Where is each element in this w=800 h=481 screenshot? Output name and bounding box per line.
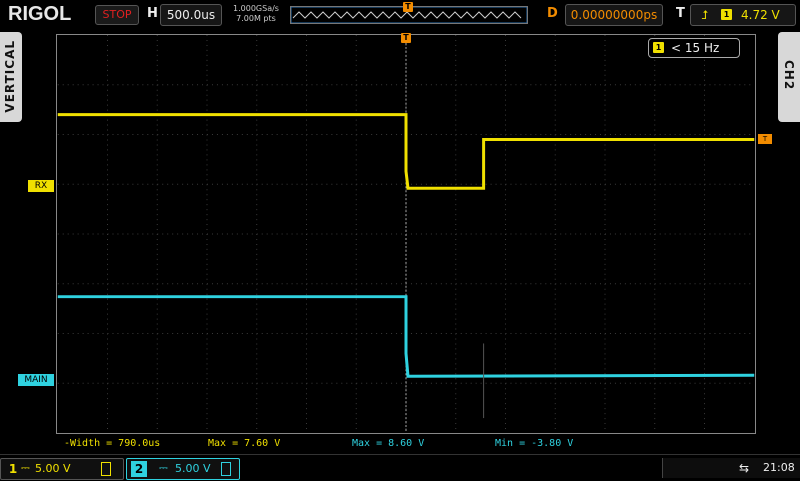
- dc-coupling-icon: ⎓: [21, 461, 30, 474]
- memory-trigger-marker: T: [403, 2, 413, 12]
- trigger-level: 4.72 V: [741, 8, 780, 22]
- trigger-level-marker[interactable]: T: [758, 134, 772, 144]
- channel-2-button[interactable]: 2 ⎓ 5.00 V: [126, 458, 240, 480]
- trigger-settings[interactable]: ⮥ 1 4.72 V: [690, 4, 796, 26]
- ch1-rx-trace: [57, 113, 755, 190]
- frequency-source: 1: [653, 42, 664, 53]
- frequency-counter: 1 < 15 Hz: [648, 38, 740, 58]
- channel-2-scale: 5.00 V: [175, 462, 211, 475]
- brand-logo: RIGOL: [8, 3, 72, 25]
- channel-1-probe-icon: [101, 462, 111, 476]
- channel-menu-tab[interactable]: CH2: [778, 32, 800, 122]
- dc-coupling-icon-2: ⎓: [159, 461, 168, 474]
- system-status: ⇆ 21:08: [662, 458, 800, 478]
- delay-value[interactable]: 0.00000000ps: [565, 4, 663, 26]
- ch2-main-trace: [57, 295, 755, 378]
- bottom-status-bar: 1 ⎓ 5.00 V 2 ⎓ 5.00 V ⇆ 21:08: [0, 454, 800, 481]
- trigger-position-marker: T: [401, 33, 411, 43]
- frequency-value: < 15 Hz: [671, 41, 720, 55]
- channel-tab-label: CH2: [782, 60, 796, 91]
- run-stop-indicator[interactable]: STOP: [95, 5, 139, 25]
- vertical-menu-tab[interactable]: VERTICAL: [0, 32, 22, 122]
- memory-overview: T: [290, 2, 528, 24]
- measurement-max-ch1: Max = 7.60 V: [208, 438, 281, 449]
- usb-icon: ⇆: [739, 461, 750, 475]
- horizontal-label: H: [147, 6, 158, 21]
- top-status-bar: RIGOL STOP H 500.0us 1.000GSa/s 7.00M pt…: [0, 0, 800, 32]
- sample-rate: 1.000GSa/s: [233, 4, 279, 13]
- waveform-grid: [56, 34, 756, 434]
- rising-edge-icon: ⮥: [701, 8, 709, 22]
- ch2-label-marker[interactable]: MAIN: [18, 374, 54, 386]
- clock: 21:08: [763, 461, 795, 474]
- delay-label: D: [547, 6, 558, 21]
- sample-info: 1.000GSa/s 7.00M pts: [228, 4, 284, 24]
- channel-2-number: 2: [131, 461, 147, 477]
- measurement-width: -Width = 790.0us: [64, 438, 161, 449]
- timebase-value[interactable]: 500.0us: [160, 4, 222, 26]
- measurement-max-ch2: Max = 8.60 V: [352, 438, 425, 449]
- trigger-source: 1: [721, 9, 732, 20]
- measurement-min-ch2: Min = -3.80 V: [495, 438, 574, 449]
- channel-1-number: 1: [8, 462, 18, 476]
- trigger-label: T: [676, 6, 685, 21]
- channel-1-button[interactable]: 1 ⎓ 5.00 V: [0, 458, 124, 480]
- channel-1-scale: 5.00 V: [35, 462, 71, 475]
- memory-depth: 7.00M pts: [236, 14, 276, 23]
- vertical-tab-label: VERTICAL: [3, 40, 17, 113]
- ch1-label-marker[interactable]: RX: [28, 180, 54, 192]
- channel-2-probe-icon: [221, 462, 231, 476]
